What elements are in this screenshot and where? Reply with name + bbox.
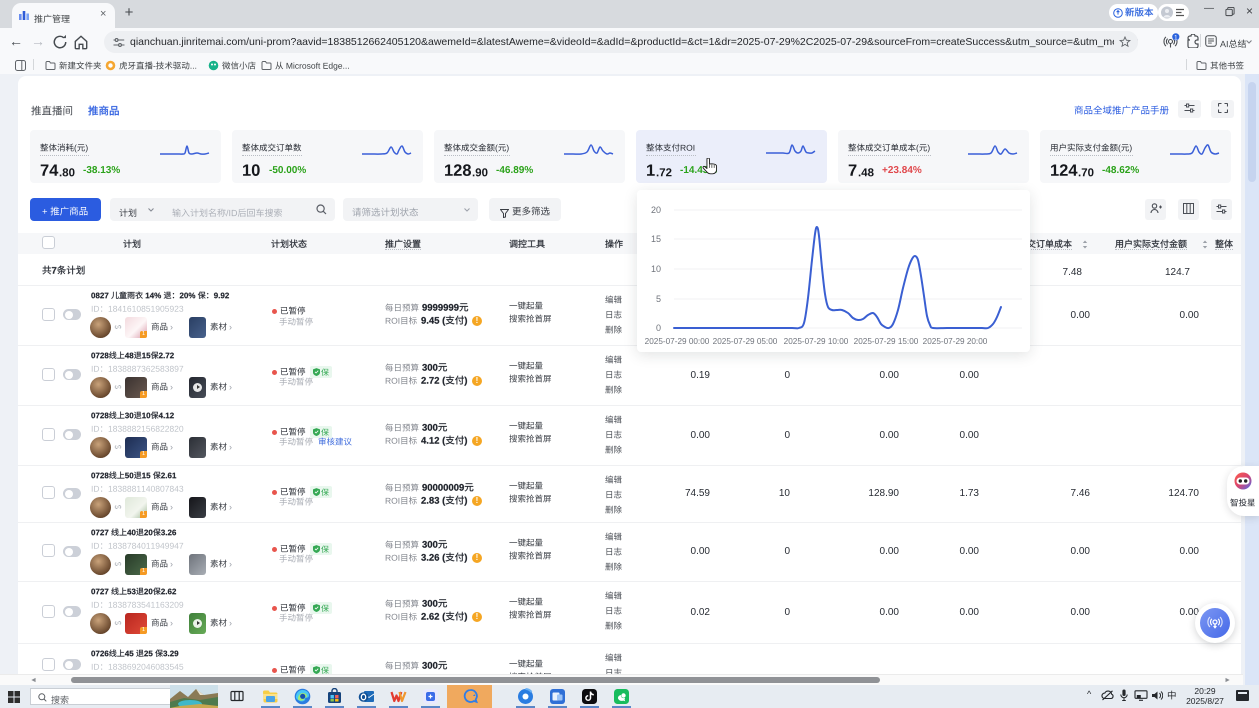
svg-text:1: 1	[1174, 34, 1178, 41]
svg-text:10: 10	[651, 264, 661, 274]
svg-text:2025-07-29 00:00: 2025-07-29 00:00	[645, 337, 710, 346]
svg-text:20: 20	[651, 205, 661, 215]
svg-text:2025-07-29 05:00: 2025-07-29 05:00	[713, 337, 778, 346]
svg-text:5: 5	[656, 294, 661, 304]
svg-text:2025-07-29 20:00: 2025-07-29 20:00	[923, 337, 988, 346]
svg-text:15: 15	[651, 234, 661, 244]
svg-text:2025-07-29 10:00: 2025-07-29 10:00	[784, 337, 849, 346]
svg-text:0: 0	[656, 323, 661, 333]
svg-text:2025-07-29 15:00: 2025-07-29 15:00	[854, 337, 919, 346]
